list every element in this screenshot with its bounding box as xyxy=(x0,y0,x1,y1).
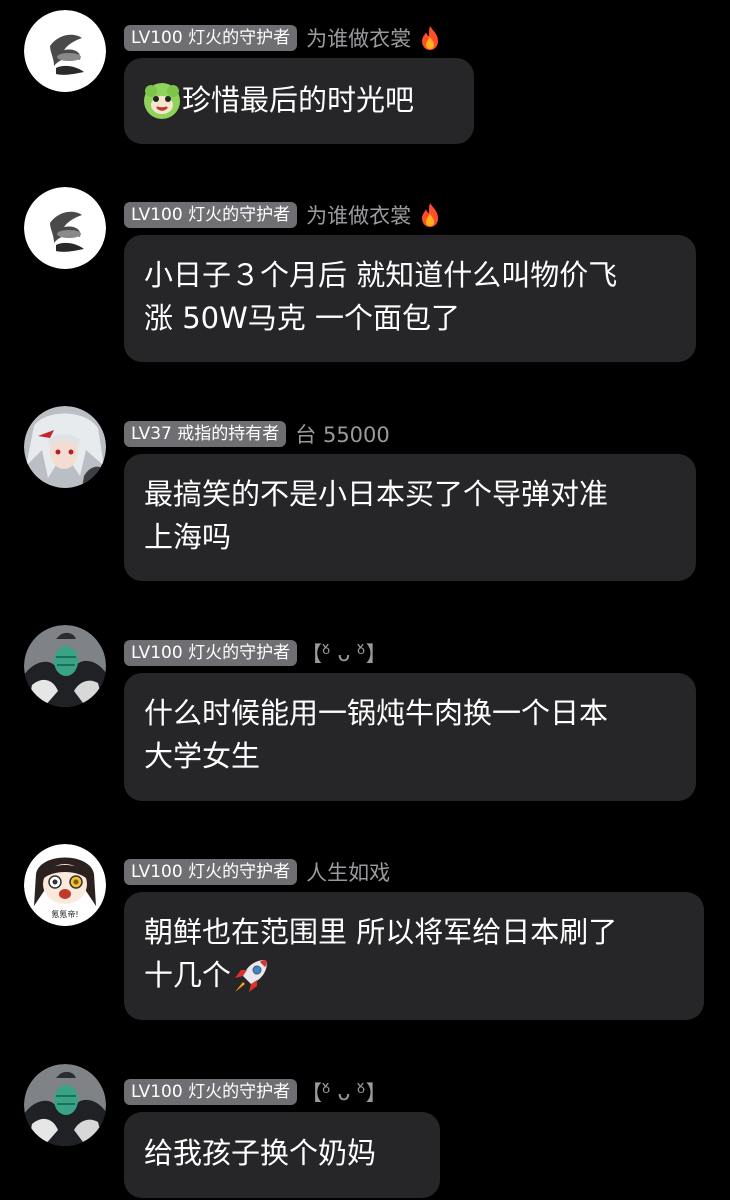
level-badge: LV37 戒指的持有者 xyxy=(124,421,287,447)
user-tag: 为谁做衣裳 xyxy=(306,204,412,228)
message-line: 上海吗 xyxy=(144,520,232,554)
message-line: 小日子３个月后 就知道什么叫物价飞 xyxy=(144,258,618,292)
message-line: 最搞笑的不是小日本买了个导弹对准 xyxy=(144,477,609,511)
message-bubble: 给我孩子换个奶妈 xyxy=(124,1112,440,1198)
message-line: 什么时候能用一锅炖牛肉换一个日本 xyxy=(144,696,609,730)
level-badge: LV100 灯火的守护者 xyxy=(124,1079,298,1105)
message-bubble: 小日子３个月后 就知道什么叫物价飞 涨 50W马克 一个面包了 xyxy=(124,235,696,362)
message-bubble: 珍惜最后的时光吧 xyxy=(124,58,474,144)
message-line: 给我孩子换个奶妈 xyxy=(144,1136,377,1170)
level-badge: LV100 灯火的守护者 xyxy=(124,640,298,666)
flame-icon xyxy=(419,202,441,228)
message-line: 十几个 xyxy=(144,954,684,997)
green-smiley-sticker-icon xyxy=(142,81,182,121)
message-bubble: 朝鲜也在范围里 所以将军给日本刷了 十几个 xyxy=(124,892,704,1020)
user-tag: 人生如戏 xyxy=(306,861,391,885)
avatar[interactable] xyxy=(24,187,106,269)
user-tag: 为谁做衣裳 xyxy=(306,27,412,51)
message-bubble: 什么时候能用一锅炖牛肉换一个日本 大学女生 xyxy=(124,673,696,801)
avatar[interactable] xyxy=(24,625,106,707)
masked-person-avatar-image xyxy=(24,625,106,707)
level-badge: LV100 灯火的守护者 xyxy=(124,202,298,228)
message-line: 涨 50W马克 一个面包了 xyxy=(144,301,461,335)
user-meta: LV100 灯火的守护者 【ᵒ̌ ᴗ ᵒ̌】 xyxy=(124,1078,387,1106)
user-meta: LV100 灯火的守护者 为谁做衣裳 xyxy=(124,201,441,229)
avatar[interactable]: 氪氪帝! xyxy=(24,844,106,926)
level-badge: LV100 灯火的守护者 xyxy=(124,859,298,885)
chibi-girl-avatar-image: 氪氪帝! xyxy=(24,844,106,926)
user-tag: 【ᵒ̌ ᴗ ᵒ̌】 xyxy=(301,1081,387,1105)
avatar[interactable] xyxy=(24,1064,106,1146)
message-bubble: 最搞笑的不是小日本买了个导弹对准 上海吗 xyxy=(124,454,696,581)
anime-girl-avatar-image xyxy=(24,406,106,488)
message-text: 珍惜最后的时光吧 xyxy=(182,83,415,117)
logo-avatar-image xyxy=(24,10,106,92)
user-tag: 台 55000 xyxy=(295,423,390,447)
flame-icon xyxy=(419,25,441,51)
message-text: 十几个 xyxy=(144,958,232,992)
user-meta: LV100 灯火的守护者 为谁做衣裳 xyxy=(124,24,441,52)
avatar[interactable] xyxy=(24,406,106,488)
user-meta: LV100 灯火的守护者 【ᵒ̌ ᴗ ᵒ̌】 xyxy=(124,639,387,667)
masked-person-avatar-image xyxy=(24,1064,106,1146)
rocket-icon xyxy=(231,956,271,996)
message-line: 朝鲜也在范围里 所以将军给日本刷了 xyxy=(144,915,618,949)
avatar-caption: 氪氪帝! xyxy=(51,909,78,919)
message-line: 珍惜最后的时光吧 xyxy=(142,79,454,122)
avatar[interactable] xyxy=(24,10,106,92)
level-badge: LV100 灯火的守护者 xyxy=(124,25,298,51)
logo-avatar-image xyxy=(24,187,106,269)
user-meta: LV100 灯火的守护者 人生如戏 xyxy=(124,858,390,886)
user-tag: 【ᵒ̌ ᴗ ᵒ̌】 xyxy=(301,642,387,666)
user-meta: LV37 戒指的持有者 台 55000 xyxy=(124,420,390,448)
message-line: 大学女生 xyxy=(144,739,261,773)
